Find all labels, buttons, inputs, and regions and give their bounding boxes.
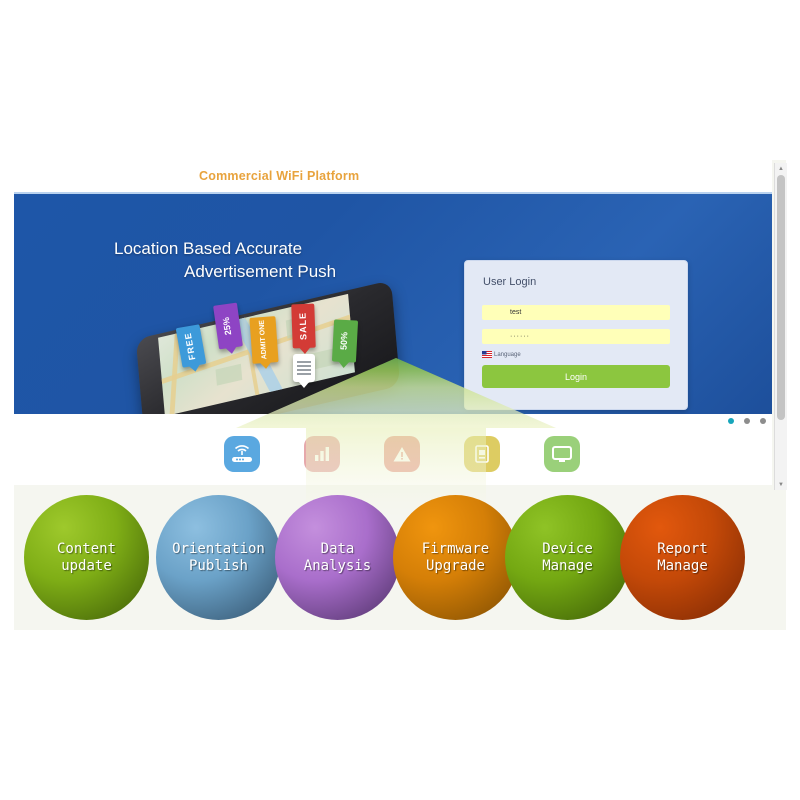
us-flag-icon <box>482 351 492 358</box>
login-card: User Login Language Login <box>464 260 688 410</box>
login-title: User Login <box>483 276 537 288</box>
feature-icon-row <box>14 422 772 484</box>
module-label-line2: Upgrade <box>425 557 485 574</box>
admit-one-tag: ADMIT ONE <box>249 316 279 364</box>
module-device-manage[interactable]: Device Manage <box>505 495 630 620</box>
username-input[interactable] <box>482 305 670 320</box>
document-glyph <box>475 445 489 463</box>
warning-icon[interactable] <box>384 436 420 472</box>
module-circles: Content update Orientation Publish Data … <box>0 495 800 620</box>
module-data-analysis[interactable]: Data Analysis <box>275 495 400 620</box>
newspaper-lines <box>297 359 311 377</box>
discount-50-tag: 50% <box>331 319 359 363</box>
monitor-glyph <box>552 446 572 462</box>
module-label-line2: Manage <box>657 557 708 574</box>
hero-banner: Location Based Accurate Advertisement Pu… <box>14 192 772 414</box>
module-label-line1: Device <box>542 540 593 557</box>
warning-triangle-glyph <box>393 447 411 462</box>
sale-tag: SALE <box>291 303 316 349</box>
module-label-line2: update <box>61 557 112 574</box>
router-icon[interactable] <box>224 436 260 472</box>
vertical-scrollbar[interactable]: ▲ ▼ <box>774 163 787 490</box>
module-label-line2: Analysis <box>303 557 372 574</box>
bar-chart-glyph <box>315 447 329 461</box>
password-input[interactable] <box>482 329 670 344</box>
router-glyph <box>232 445 252 462</box>
module-orientation-publish[interactable]: Orientation Publish <box>156 495 281 620</box>
scroll-up-arrow[interactable]: ▲ <box>775 163 787 174</box>
module-firmware-upgrade[interactable]: Firmware Upgrade <box>393 495 518 620</box>
module-label-line1: Report <box>657 540 708 557</box>
monitor-icon[interactable] <box>544 436 580 472</box>
map-block <box>215 363 243 386</box>
module-report-manage[interactable]: Report Manage <box>620 495 745 620</box>
smartphone-illustration: FREE 25% ADMIT ONE SALE 50% <box>119 280 419 414</box>
login-button[interactable]: Login <box>482 365 670 388</box>
language-selector[interactable]: Language <box>482 351 521 358</box>
language-label: Language <box>494 351 521 358</box>
banner-top-divider <box>14 192 772 194</box>
banner-headline-line2: Advertisement Push <box>184 262 337 281</box>
module-label-line1: Content <box>56 540 116 557</box>
module-label-line2: Manage <box>542 557 593 574</box>
banner-headline-line1: Location Based Accurate <box>114 239 303 258</box>
module-content-update[interactable]: Content update <box>24 495 149 620</box>
screenshot-root: Commercial WiFi Platform Location Based … <box>0 0 800 800</box>
scroll-down-arrow[interactable]: ▼ <box>775 479 787 490</box>
module-label-line1: Data <box>320 540 355 557</box>
scrollbar-thumb[interactable] <box>777 175 785 420</box>
discount-25-tag: 25% <box>213 302 243 350</box>
brand-title: Commercial WiFi Platform <box>199 169 360 183</box>
site-header: Commercial WiFi Platform <box>44 160 772 192</box>
module-label-line2: Publish <box>188 557 248 574</box>
module-label-line1: Orientation <box>172 540 265 557</box>
document-icon[interactable] <box>464 436 500 472</box>
newspaper-coupon-icon <box>293 354 315 388</box>
bar-chart-icon[interactable] <box>304 436 340 472</box>
module-label-line1: Firmware <box>421 540 490 557</box>
